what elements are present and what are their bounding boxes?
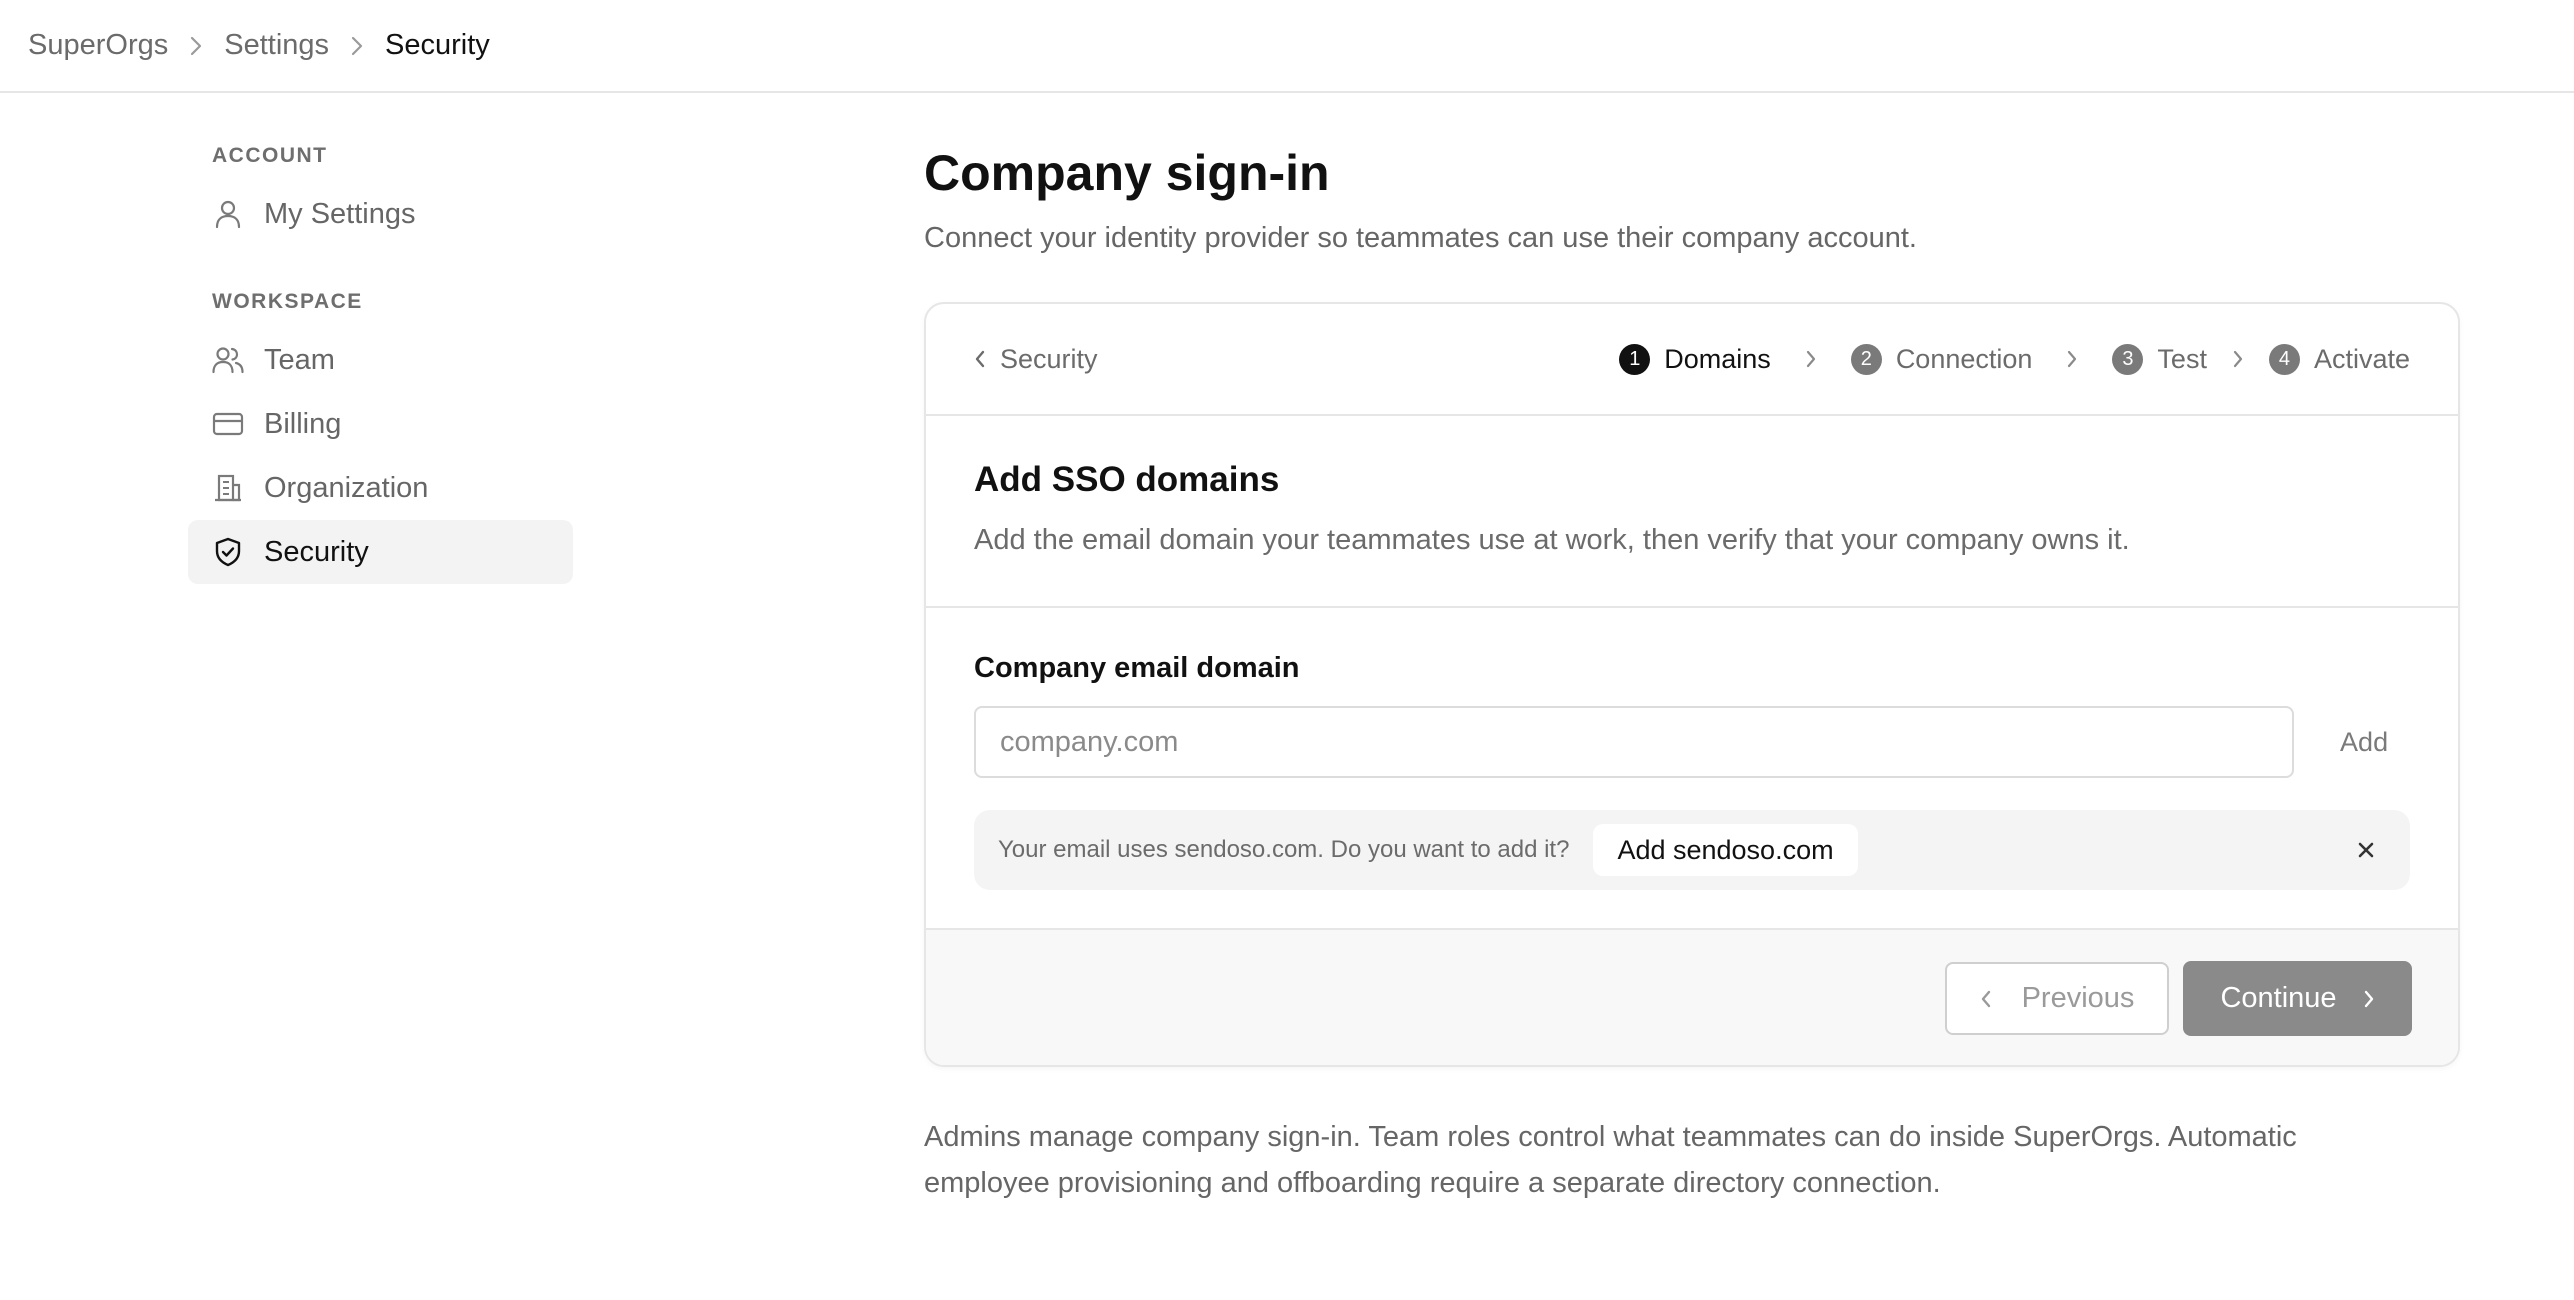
sso-wizard-card: Security 1 Domains 2 Connection 3 Test 4… [924, 302, 2460, 1067]
step-label: Test [2157, 343, 2207, 374]
main-content: Company sign-in Connect your identity pr… [924, 140, 2460, 258]
breadcrumb-settings[interactable]: Settings [224, 29, 329, 62]
chevron-right-icon [2207, 349, 2269, 369]
back-to-security-link[interactable]: Security [974, 344, 1098, 375]
sidebar-item-my-settings[interactable]: My Settings [188, 182, 573, 246]
user-icon [212, 198, 244, 230]
previous-label: Previous [2021, 982, 2135, 1014]
breadcrumb-superorgs[interactable]: SuperOrgs [28, 29, 168, 62]
page-title: Company sign-in [924, 145, 1330, 201]
sidebar-item-team[interactable]: Team [188, 328, 573, 392]
sidebar-item-label: Team [264, 343, 335, 376]
step-label: Domains [1664, 343, 1771, 374]
section-title: Add SSO domains [974, 460, 1280, 499]
sidebar-item-label: Organization [264, 471, 429, 504]
section-description: Add the email domain your teammates use … [974, 524, 2130, 556]
add-suggested-domain-button[interactable]: Add sendoso.com [1593, 824, 1858, 876]
page-subtitle: Connect your identity provider so teamma… [924, 222, 1917, 254]
domain-field-label: Company email domain [974, 652, 1300, 684]
chevron-left-icon [1980, 989, 1992, 1009]
back-label: Security [1000, 343, 1098, 374]
wizard-footer: Previous Continue [926, 930, 2458, 1065]
breadcrumb-security: Security [385, 29, 490, 61]
step-label: Activate [2313, 343, 2410, 374]
step-connection[interactable]: 2 Connection [1850, 343, 2033, 375]
suggestion-text: Your email uses sendoso.com. Do you want… [998, 836, 1570, 863]
step-number: 2 [1850, 343, 1882, 375]
step-number: 1 [1619, 343, 1651, 375]
step-number: 4 [2268, 343, 2300, 375]
add-domain-button[interactable]: Add [2318, 712, 2410, 772]
previous-button[interactable]: Previous [1945, 962, 2169, 1035]
step-label: Connection [1895, 343, 2033, 374]
sidebar-item-label: My Settings [264, 197, 416, 230]
sidebar-item-billing[interactable]: Billing [188, 392, 573, 456]
chevron-right-icon [2032, 349, 2112, 369]
step-test[interactable]: 3 Test [2112, 343, 2207, 375]
building-icon [212, 472, 244, 504]
step-activate[interactable]: 4 Activate [2268, 343, 2410, 375]
close-icon[interactable] [2346, 830, 2386, 870]
chevron-right-icon [2363, 989, 2375, 1009]
credit-card-icon [212, 408, 244, 440]
domain-form: Company email domain Add Your email uses… [926, 608, 2458, 930]
step-domains[interactable]: 1 Domains [1619, 343, 1771, 375]
chevron-right-icon [1771, 349, 1851, 369]
domain-suggestion-banner: Your email uses sendoso.com. Do you want… [974, 810, 2410, 890]
sidebar-item-label: Billing [264, 407, 342, 440]
wizard-steps: 1 Domains 2 Connection 3 Test 4 Activate [1619, 343, 2410, 375]
sidebar: ACCOUNT My Settings WORKSPACE Team Billi… [188, 140, 573, 584]
continue-button[interactable]: Continue [2183, 961, 2412, 1036]
chevron-right-icon [168, 26, 224, 66]
sidebar-section-workspace: WORKSPACE [212, 290, 363, 313]
breadcrumb: SuperOrgs Settings Security [0, 0, 2574, 93]
sidebar-item-security[interactable]: Security [188, 520, 573, 584]
chevron-right-icon [329, 26, 385, 66]
step-number: 3 [2112, 343, 2144, 375]
admin-footnote: Admins manage company sign-in. Team role… [924, 1121, 2297, 1199]
chevron-left-icon [974, 349, 986, 369]
sidebar-item-organization[interactable]: Organization [188, 456, 573, 520]
sidebar-item-label: Security [264, 535, 369, 568]
domain-input[interactable] [974, 706, 2295, 778]
sidebar-section-account: ACCOUNT [212, 144, 328, 167]
wizard-header: Security 1 Domains 2 Connection 3 Test 4… [926, 304, 2458, 416]
section-intro: Add SSO domains Add the email domain you… [926, 416, 2458, 608]
shield-check-icon [212, 536, 244, 568]
users-icon [212, 344, 244, 376]
continue-label: Continue [2220, 982, 2337, 1014]
